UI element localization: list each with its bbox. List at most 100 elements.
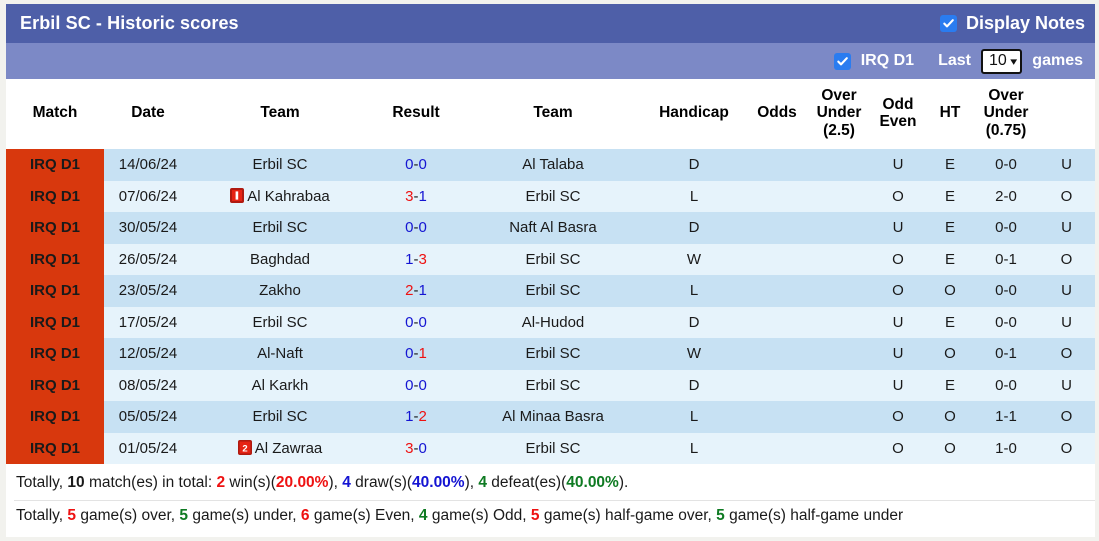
- league-filter-checkbox[interactable]: [833, 52, 851, 70]
- team-home-name[interactable]: Al Kahrabaa: [247, 188, 330, 205]
- team-home-name[interactable]: Baghdad: [250, 251, 310, 268]
- team-away-name[interactable]: Erbil SC: [525, 282, 580, 299]
- cell-team-home[interactable]: 2 Al Zawraa: [192, 432, 368, 465]
- cell-ht-score: 0-0: [974, 306, 1038, 339]
- column-header-odd-even[interactable]: Odd Even: [870, 79, 926, 150]
- team-away-name[interactable]: Naft Al Basra: [509, 219, 597, 236]
- column-header-odds[interactable]: Odds: [746, 79, 808, 150]
- cell-team-home[interactable]: Erbil SC: [192, 149, 368, 181]
- table-header: Match Date Team Result Team Handicap Odd…: [6, 79, 1095, 150]
- team-home-name[interactable]: Erbil SC: [252, 156, 307, 173]
- panel-titlebar: Erbil SC - Historic scores Display Notes: [6, 4, 1095, 43]
- cell-team-away[interactable]: Al Talaba: [464, 149, 642, 181]
- cell-result[interactable]: 1-3: [368, 243, 464, 276]
- team-home-name[interactable]: Zakho: [259, 282, 301, 299]
- team-away-name[interactable]: Al-Hudod: [522, 314, 585, 331]
- cell-team-home[interactable]: Al-Naft: [192, 338, 368, 370]
- column-header-result[interactable]: Result: [368, 79, 464, 150]
- cell-league: IRQ D1: [6, 432, 104, 465]
- cell-league: IRQ D1: [6, 180, 104, 213]
- table-row[interactable]: IRQ D1 12/05/24 Al-Naft 0-1 Erbil SC W U O 0-1 O: [6, 338, 1095, 370]
- cell-league: IRQ D1: [6, 243, 104, 276]
- cell-result[interactable]: 1-2: [368, 401, 464, 433]
- team-away-name[interactable]: Al Minaa Basra: [502, 408, 604, 425]
- score-home: 1: [405, 250, 414, 268]
- cell-team-away[interactable]: Erbil SC: [464, 180, 642, 213]
- goals-half-over: 5: [530, 506, 540, 524]
- cell-team-away[interactable]: Erbil SC: [464, 432, 642, 465]
- cell-odd-even: O: [926, 275, 974, 307]
- team-away-name[interactable]: Erbil SC: [525, 377, 580, 394]
- column-header-team-home[interactable]: Team: [192, 79, 368, 150]
- table-row[interactable]: IRQ D1 14/06/24 Erbil SC 0-0 Al Talaba D U E 0-0…: [6, 149, 1095, 181]
- table-row[interactable]: IRQ D1 23/05/24 Zakho 2-1 Erbil SC L O O 0-0 U: [6, 275, 1095, 307]
- score-away: 0: [418, 439, 427, 457]
- column-header-ht[interactable]: HT: [926, 79, 974, 150]
- cell-odd-even: O: [926, 338, 974, 370]
- cell-date: 30/05/24: [104, 212, 192, 244]
- team-home-name[interactable]: Erbil SC: [252, 408, 307, 425]
- goals-prefix: Totally,: [16, 506, 68, 524]
- cell-handicap: [746, 338, 808, 370]
- cell-date: 05/05/24: [104, 401, 192, 433]
- cell-team-home[interactable]: Erbil SC: [192, 306, 368, 339]
- cell-outcome: W: [642, 338, 746, 370]
- cell-team-away[interactable]: Erbil SC: [464, 369, 642, 402]
- cell-team-home[interactable]: Al Karkh: [192, 369, 368, 402]
- cell-team-away[interactable]: Naft Al Basra: [464, 212, 642, 244]
- cell-result[interactable]: 0-0: [368, 369, 464, 402]
- display-notes-checkbox[interactable]: [939, 15, 957, 32]
- cell-team-home[interactable]: Erbil SC: [192, 401, 368, 433]
- team-away-name[interactable]: Erbil SC: [525, 188, 580, 205]
- team-home-name[interactable]: Erbil SC: [252, 314, 307, 331]
- cell-team-away[interactable]: Al Minaa Basra: [464, 401, 642, 433]
- cell-result[interactable]: 2-1: [368, 275, 464, 307]
- team-home-name[interactable]: Al Karkh: [252, 377, 309, 394]
- column-header-date[interactable]: Date: [104, 79, 192, 150]
- cell-result[interactable]: 0-1: [368, 338, 464, 370]
- column-header-team-away[interactable]: Team: [464, 79, 642, 150]
- cell-result[interactable]: 0-0: [368, 306, 464, 339]
- column-header-over-under-075[interactable]: Over Under (0.75): [974, 79, 1038, 150]
- cell-date: 12/05/24: [104, 338, 192, 370]
- team-away-name[interactable]: Erbil SC: [525, 440, 580, 457]
- cell-team-home[interactable]: Al Kahrabaa: [192, 180, 368, 213]
- cell-over-under-25: U: [870, 212, 926, 244]
- cell-team-home[interactable]: Baghdad: [192, 243, 368, 276]
- cell-team-home[interactable]: Erbil SC: [192, 212, 368, 244]
- column-header-match[interactable]: Match: [6, 79, 104, 150]
- team-away-name[interactable]: Erbil SC: [525, 345, 580, 362]
- cell-team-home[interactable]: Zakho: [192, 275, 368, 307]
- cell-result[interactable]: 0-0: [368, 212, 464, 244]
- cell-team-away[interactable]: Erbil SC: [464, 275, 642, 307]
- summary-wins: 2: [216, 474, 226, 492]
- cell-team-away[interactable]: Erbil SC: [464, 243, 642, 276]
- cell-team-away[interactable]: Al-Hudod: [464, 306, 642, 339]
- last-games-select[interactable]: 10 ▾: [980, 48, 1023, 74]
- score-away: 3: [418, 250, 427, 268]
- cell-ht-score: 0-0: [974, 149, 1038, 181]
- team-home-name[interactable]: Al Zawraa: [255, 440, 323, 457]
- table-row[interactable]: IRQ D1 01/05/24 2 Al Zawraa 3-0 Erbil SC L O O 1-…: [6, 432, 1095, 465]
- cell-league: IRQ D1: [6, 401, 104, 433]
- table-row[interactable]: IRQ D1 17/05/24 Erbil SC 0-0 Al-Hudod D U E 0-0 U: [6, 306, 1095, 339]
- table-row[interactable]: IRQ D1 30/05/24 Erbil SC 0-0 Naft Al Basra D U…: [6, 212, 1095, 244]
- column-header-over-under-25[interactable]: Over Under (2.5): [808, 79, 870, 150]
- summary-defeat-pct: 40.00%: [566, 474, 619, 492]
- team-away-name[interactable]: Al Talaba: [522, 156, 583, 173]
- cell-outcome: D: [642, 306, 746, 339]
- cell-result[interactable]: 3-1: [368, 180, 464, 213]
- team-home-name[interactable]: Erbil SC: [252, 219, 307, 236]
- cell-result[interactable]: 0-0: [368, 149, 464, 181]
- cell-result[interactable]: 3-0: [368, 432, 464, 465]
- page-title: Erbil SC - Historic scores: [20, 13, 239, 33]
- table-row[interactable]: IRQ D1 07/06/24 Al Kahrabaa 3-1 Erbil SC L O E 2…: [6, 180, 1095, 213]
- cell-team-away[interactable]: Erbil SC: [464, 338, 642, 370]
- table-row[interactable]: IRQ D1 26/05/24 Baghdad 1-3 Erbil SC W O E 0-1 O: [6, 243, 1095, 276]
- table-row[interactable]: IRQ D1 05/05/24 Erbil SC 1-2 Al Minaa Basra L…: [6, 401, 1095, 433]
- team-home-name[interactable]: Al-Naft: [257, 345, 303, 362]
- column-header-handicap[interactable]: Handicap: [642, 79, 746, 150]
- cell-outcome: D: [642, 149, 746, 181]
- table-row[interactable]: IRQ D1 08/05/24 Al Karkh 0-0 Erbil SC D U E 0-0 U: [6, 369, 1095, 402]
- team-away-name[interactable]: Erbil SC: [525, 251, 580, 268]
